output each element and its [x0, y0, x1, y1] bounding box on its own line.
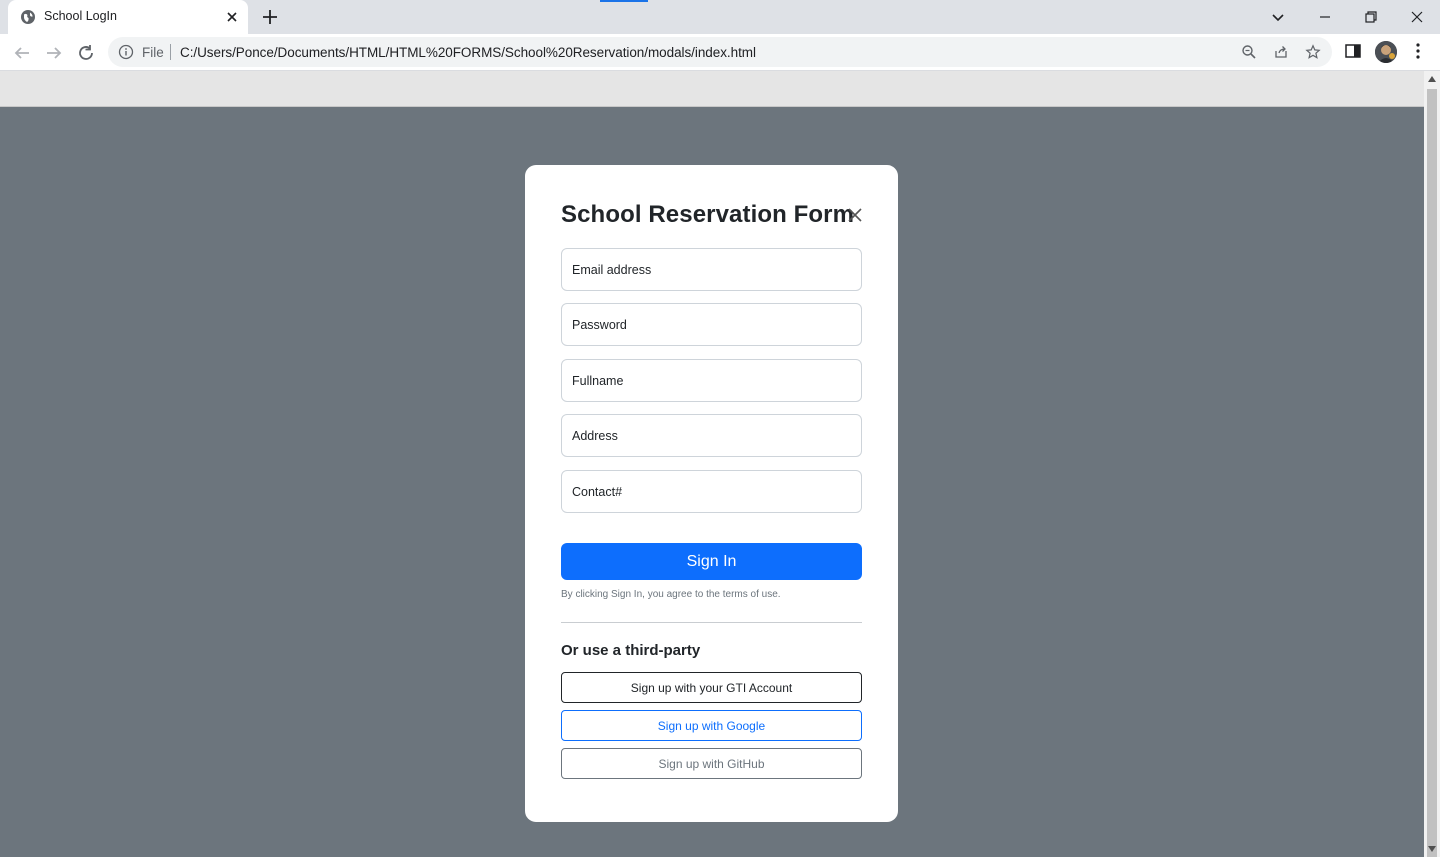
- page-scrollbar[interactable]: [1424, 71, 1440, 857]
- email-field[interactable]: [561, 248, 862, 291]
- bookmark-star-icon[interactable]: [1305, 44, 1321, 60]
- sign-in-button[interactable]: Sign In: [561, 543, 862, 580]
- fullname-field[interactable]: [561, 359, 862, 402]
- page-navbar-backdrop: [0, 71, 1424, 107]
- more-menu-icon[interactable]: [1408, 41, 1428, 61]
- side-panel-icon[interactable]: [1343, 41, 1363, 61]
- omnibox[interactable]: File C:/Users/Ponce/Documents/HTML/HTML%…: [108, 37, 1332, 67]
- profile-photo-icon: [1375, 41, 1397, 63]
- modal-title: School Reservation Form: [561, 201, 855, 228]
- gti-signup-button[interactable]: Sign up with your GTI Account: [561, 672, 862, 703]
- close-tab-icon[interactable]: [224, 9, 240, 25]
- reservation-modal: School Reservation Form Sign In By click…: [525, 165, 898, 822]
- file-label: File: [142, 45, 164, 60]
- browser-tab-strip: School LogIn: [0, 0, 1440, 34]
- profile-avatar[interactable]: [1375, 41, 1397, 63]
- third-party-heading: Or use a third-party: [561, 642, 701, 659]
- tab-search-chevron-icon[interactable]: [1266, 5, 1290, 29]
- password-field[interactable]: [561, 303, 862, 346]
- back-arrow-icon[interactable]: [10, 41, 34, 65]
- omnibox-separator: [170, 44, 171, 60]
- contact-field[interactable]: [561, 470, 862, 513]
- scroll-down-arrow-icon[interactable]: [1428, 846, 1436, 852]
- forward-arrow-icon[interactable]: [42, 41, 66, 65]
- address-toolbar: File C:/Users/Ponce/Documents/HTML/HTML%…: [0, 34, 1440, 71]
- reload-icon[interactable]: [74, 41, 98, 65]
- divider: [561, 622, 862, 623]
- close-icon[interactable]: [847, 207, 863, 223]
- share-icon[interactable]: [1273, 44, 1289, 60]
- url-text[interactable]: C:/Users/Ponce/Documents/HTML/HTML%20FOR…: [180, 45, 756, 60]
- zoom-icon[interactable]: [1241, 44, 1257, 60]
- terms-text: By clicking Sign In, you agree to the te…: [561, 589, 781, 600]
- new-tab-icon[interactable]: [260, 7, 280, 27]
- restore-icon[interactable]: [1359, 5, 1383, 29]
- info-icon[interactable]: [118, 44, 134, 60]
- github-signup-button[interactable]: Sign up with GitHub: [561, 748, 862, 779]
- scroll-up-arrow-icon[interactable]: [1428, 76, 1436, 82]
- minimize-icon[interactable]: [1313, 5, 1337, 29]
- globe-icon: [21, 10, 35, 24]
- scrollbar-thumb[interactable]: [1427, 89, 1437, 857]
- address-field[interactable]: [561, 414, 862, 457]
- close-window-icon[interactable]: [1405, 5, 1429, 29]
- tab-title: School LogIn: [44, 9, 117, 23]
- google-signup-button[interactable]: Sign up with Google: [561, 710, 862, 741]
- tab-drop-indicator: [600, 0, 648, 2]
- browser-tab[interactable]: School LogIn: [8, 0, 248, 34]
